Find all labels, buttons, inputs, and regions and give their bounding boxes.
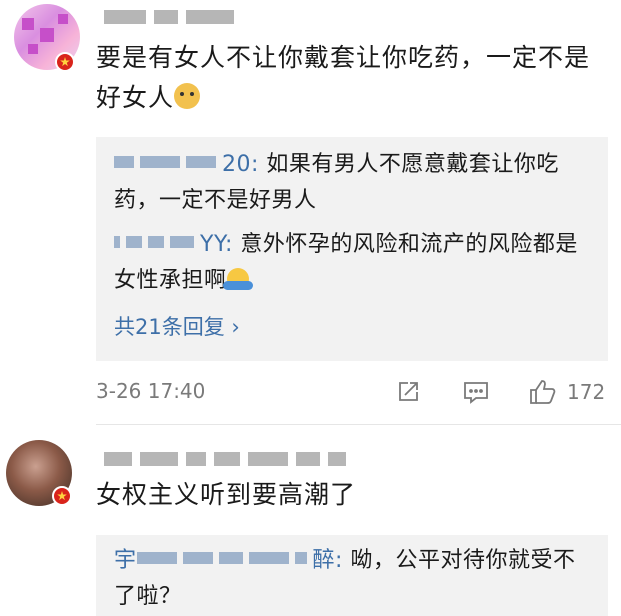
reply-username[interactable]: 宇醉:: [114, 548, 343, 573]
reply-username[interactable]: 20:: [114, 152, 259, 177]
reply-box[interactable]: 20: 如果有男人不愿意戴套让你吃药，一定不是好男人 YY: 意外怀孕的风险和流…: [96, 137, 608, 361]
share-icon: [399, 382, 418, 401]
avatar-pixel: [58, 14, 68, 24]
avatar-pixel: [28, 44, 38, 54]
verified-badge-icon: [55, 52, 75, 72]
reply-item: 20: 如果有男人不愿意戴套让你吃药，一定不是好男人: [114, 147, 594, 219]
reply-item: YY: 意外怀孕的风险和流产的风险都是女性承担啊: [114, 227, 594, 299]
shrug-emoji-icon: [222, 268, 253, 290]
comment-text: 女权主义听到要高潮了: [96, 480, 357, 509]
like-count: 172: [567, 380, 606, 404]
username-blurred[interactable]: [104, 10, 234, 24]
comment-meta: 3-26 17:40 172: [96, 373, 608, 413]
username-blurred[interactable]: [104, 452, 346, 466]
avatar-pixel: [40, 28, 54, 42]
divider: [96, 424, 621, 425]
verified-badge-icon: [52, 486, 72, 506]
comment-button[interactable]: [463, 375, 489, 409]
like-icon: [530, 380, 556, 404]
share-button[interactable]: [396, 375, 420, 409]
reply-username[interactable]: YY:: [114, 232, 233, 257]
more-replies-link[interactable]: 共21条回复 ›: [114, 311, 240, 341]
like-button[interactable]: 172: [529, 375, 605, 409]
doge-emoji-icon: [174, 83, 201, 109]
comment-icon: [464, 382, 488, 404]
timestamp: 3-26 17:40: [96, 379, 206, 403]
avatar-pixel: [22, 18, 34, 30]
comment-text: 要是有女人不让你戴套让你吃药，一定不是好女人: [96, 43, 591, 112]
reply-item: 宇醉: 呦，公平对待你就受不了啦？: [114, 543, 594, 615]
reply-box[interactable]: 宇醉: 呦，公平对待你就受不了啦？: [96, 535, 608, 616]
